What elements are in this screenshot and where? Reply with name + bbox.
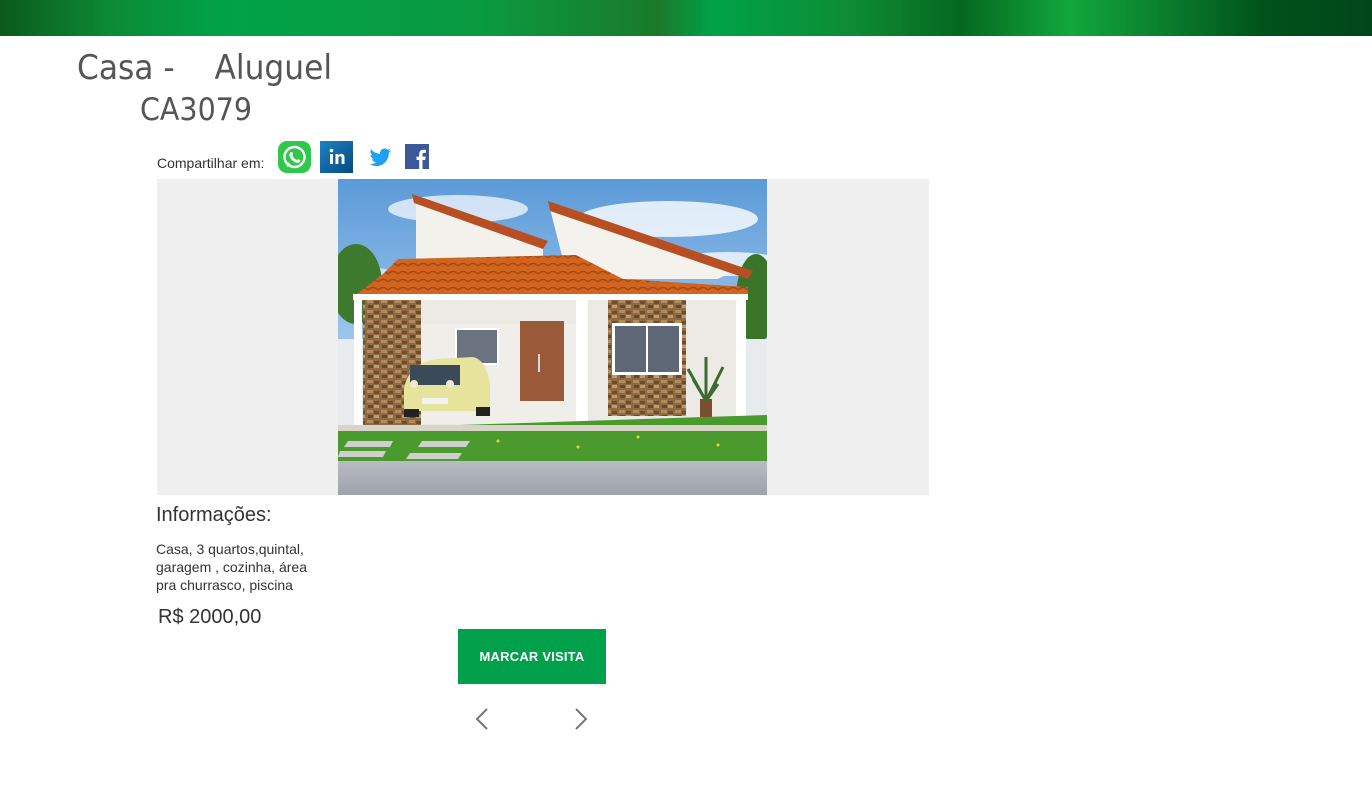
linkedin-icon	[320, 141, 353, 173]
property-description: Casa, 3 quartos,quintal, garagem , cozin…	[156, 541, 307, 593]
next-arrow-button[interactable]	[567, 705, 595, 733]
linkedin-share-button[interactable]	[320, 141, 353, 173]
price: R$ 2000,00	[158, 606, 262, 628]
chevron-right-icon	[575, 708, 588, 730]
chevron-left-icon	[475, 708, 488, 730]
top-banner	[0, 0, 1372, 36]
facebook-share-button[interactable]	[402, 141, 435, 173]
house-photo[interactable]	[338, 179, 767, 495]
twitter-icon	[369, 148, 391, 166]
listing-code: CA3079	[140, 92, 253, 128]
whatsapp-share-button[interactable]	[278, 141, 311, 173]
facebook-icon	[405, 144, 429, 169]
share-label: Compartilhar em:	[157, 155, 265, 171]
previous-arrow-button[interactable]	[468, 705, 496, 733]
info-heading: Informações:	[156, 504, 272, 526]
page-title: Casa - Aluguel	[77, 48, 333, 88]
schedule-visit-button[interactable]: MARCAR VISITA	[458, 629, 606, 684]
twitter-share-button[interactable]	[364, 141, 397, 173]
image-gallery	[157, 179, 929, 495]
whatsapp-icon	[278, 141, 311, 173]
